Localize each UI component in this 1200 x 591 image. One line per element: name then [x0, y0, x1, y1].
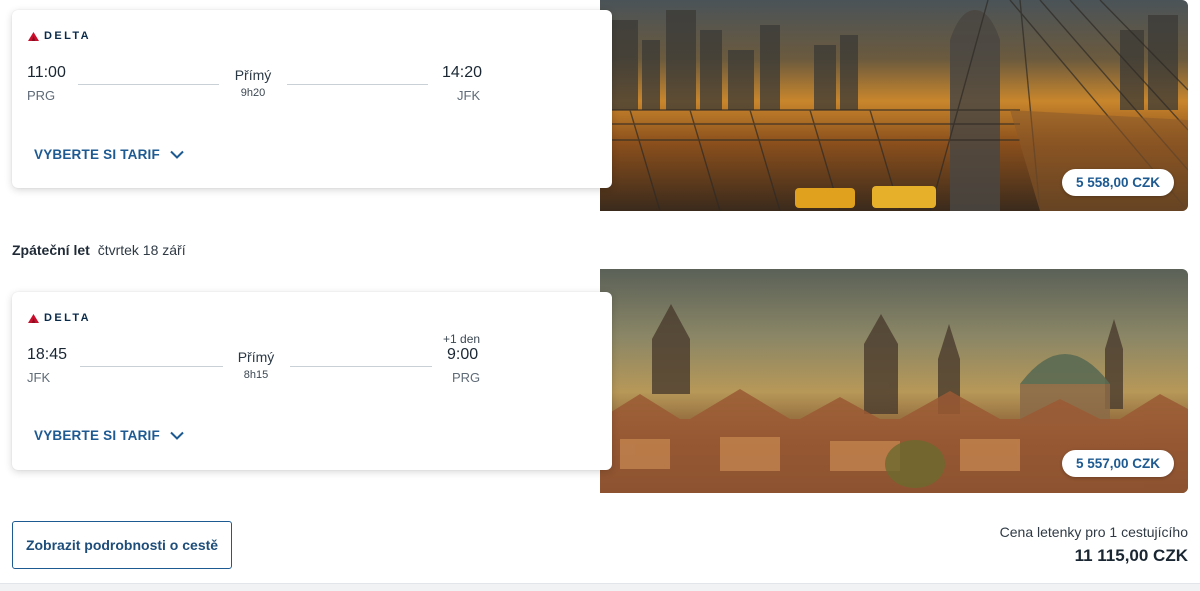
departure-time: 11:00	[27, 64, 66, 81]
stops-label: Přímý	[234, 67, 272, 83]
next-day-indicator: +1 den	[443, 332, 481, 346]
delta-widget-icon	[28, 313, 39, 323]
chevron-down-icon	[170, 150, 184, 159]
section-divider	[0, 583, 1200, 591]
airline-name: DELTA	[44, 312, 92, 324]
outbound-price-badge[interactable]: 5 558,00 CZK	[1061, 169, 1174, 196]
total-price-label: Cena letenky pro 1 cestujícího	[999, 524, 1188, 540]
arrival-airport: JFK	[457, 88, 481, 103]
route-line-left	[80, 366, 223, 367]
return-flight-header: Zpáteční let čtvrtek 18 září	[12, 242, 186, 258]
route-line-left	[78, 84, 219, 85]
route-line-right	[287, 84, 428, 85]
return-flight-label: Zpáteční let	[12, 242, 90, 258]
arrival-airport: PRG	[452, 370, 481, 385]
total-price: 11 115,00 CZK	[1074, 546, 1188, 565]
trip-details-button[interactable]: Zobrazit podrobnosti o cestě	[12, 521, 232, 569]
select-fare-toggle[interactable]: VYBERTE SI TARIF	[34, 428, 184, 443]
flight-duration: 9h20	[240, 87, 266, 99]
airline-logo: DELTA	[28, 312, 91, 324]
outbound-flight-card: DELTA 11:00 PRG Přímý 9h20 14:20 JFK VYB…	[12, 10, 612, 188]
stops-label: Přímý	[237, 349, 275, 365]
return-flight-date: čtvrtek 18 září	[97, 242, 186, 258]
airline-logo: DELTA	[28, 30, 91, 42]
delta-widget-icon	[28, 31, 39, 41]
route-line-right	[290, 366, 432, 367]
inbound-flight-card: DELTA 18:45 JFK Přímý 8h15 +1 den 9:00 P…	[12, 292, 612, 470]
arrival-time: 14:20	[442, 64, 483, 81]
flight-summary-page: 5 558,00 CZK DELTA 11:00 PRG Přímý 9h20 …	[0, 0, 1200, 591]
arrival-time: 9:00	[447, 346, 479, 363]
destination-photo-prague: 5 557,00 CZK	[600, 269, 1188, 493]
destination-photo-new-york: 5 558,00 CZK	[600, 0, 1188, 211]
chevron-down-icon	[170, 431, 184, 440]
select-fare-label: VYBERTE SI TARIF	[34, 428, 160, 443]
departure-time: 18:45	[27, 346, 68, 363]
select-fare-toggle[interactable]: VYBERTE SI TARIF	[34, 147, 184, 162]
departure-airport: JFK	[27, 370, 51, 385]
departure-airport: PRG	[27, 88, 56, 103]
flight-duration: 8h15	[243, 369, 269, 381]
airline-name: DELTA	[44, 30, 92, 42]
select-fare-label: VYBERTE SI TARIF	[34, 147, 160, 162]
inbound-price-badge[interactable]: 5 557,00 CZK	[1061, 450, 1174, 477]
